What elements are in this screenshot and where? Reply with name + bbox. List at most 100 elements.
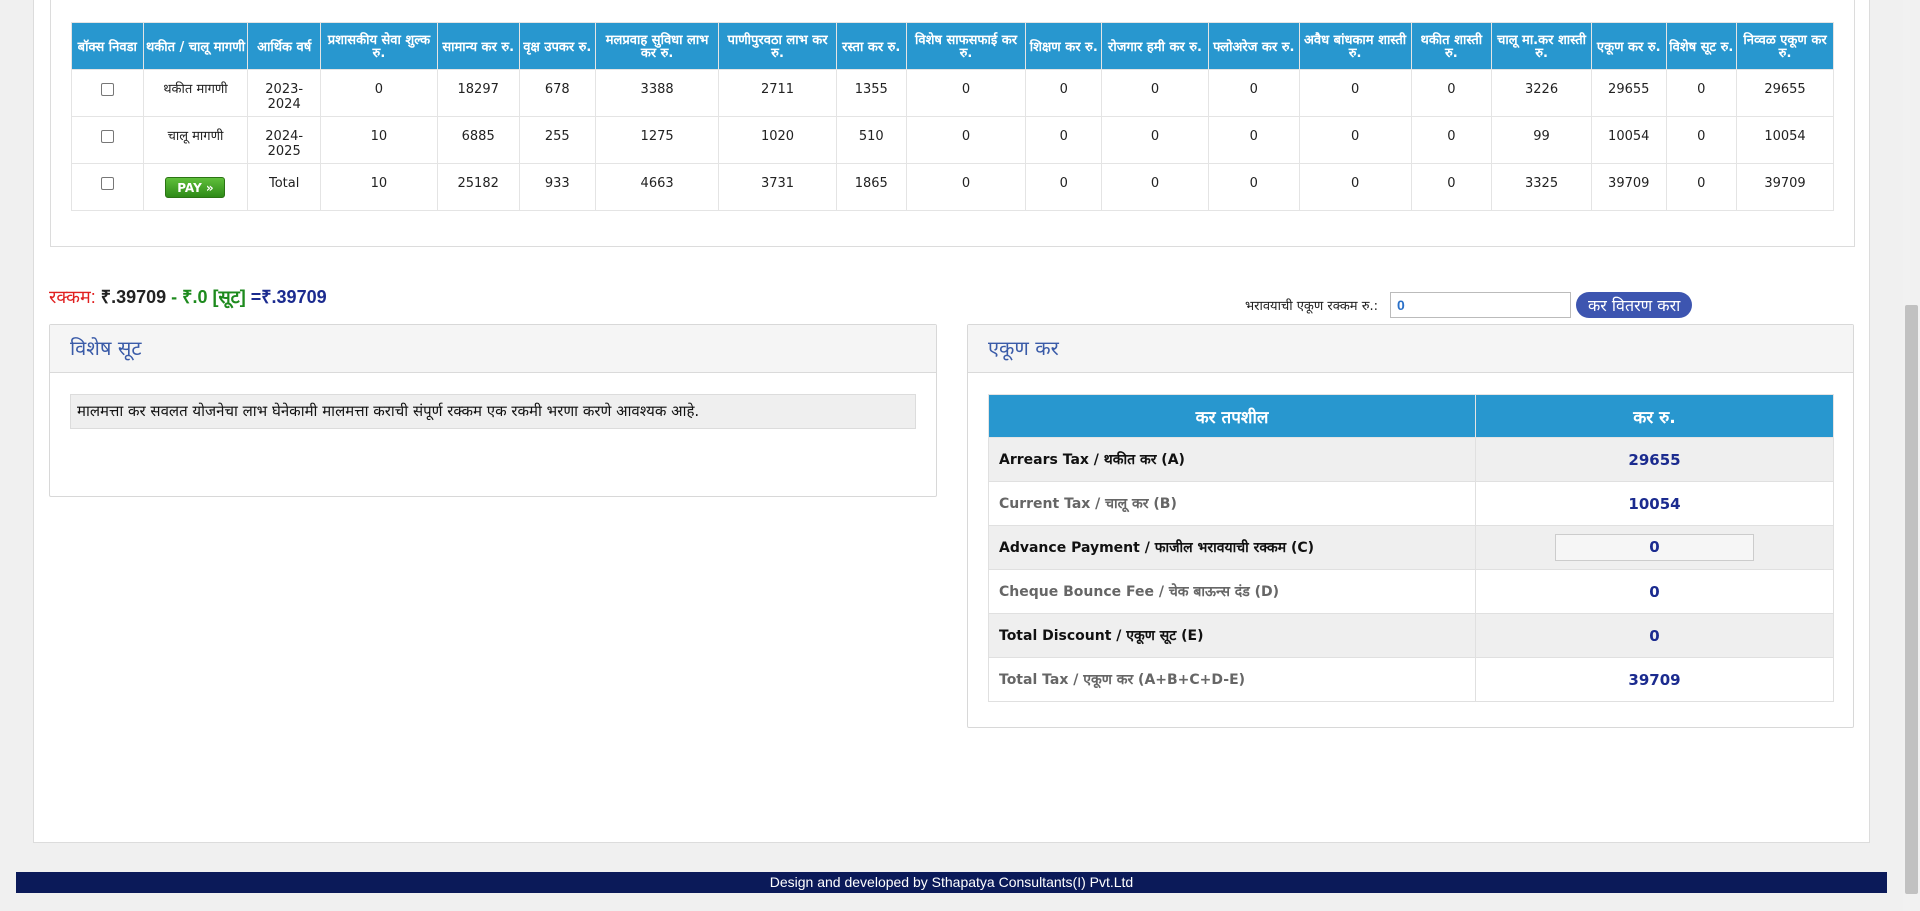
summary-value: 29655 — [1475, 437, 1834, 482]
col-header-demand-type: थकीत / चालू मागणी — [142, 22, 249, 70]
col-header-arrears-penalty: थकीत शास्ती रु. — [1410, 22, 1493, 70]
table-cell: 0 — [1025, 163, 1103, 211]
page-scrollbar[interactable] — [1903, 0, 1920, 911]
table-cell: 0 — [1101, 69, 1209, 117]
select-cell — [71, 116, 144, 164]
table-cell: 0 — [905, 116, 1027, 164]
table-cell: 0 — [1298, 69, 1412, 117]
tax-summary-table: कर तपशील कर रु. Arrears Tax / थकीत कर (A… — [988, 394, 1834, 702]
table-cell: 3226 — [1491, 69, 1592, 117]
col-header-select: बॉक्स निवडा — [71, 22, 144, 70]
summary-row-current: Current Tax / चालू कर (B) 10054 — [988, 481, 1834, 526]
table-cell: 0 — [1101, 163, 1209, 211]
table-cell: 6885 — [436, 116, 520, 164]
table-row-arrears: थकीत मागणी 2023-2024 0 18297 678 3388 27… — [71, 69, 1834, 117]
table-cell: 0 — [1207, 163, 1300, 211]
summary-label: Total Tax / एकूण कर (A+B+C+D-E) — [988, 657, 1476, 702]
pay-cell: PAY » — [142, 163, 249, 211]
summary-label: Current Tax / चालू कर (B) — [988, 481, 1476, 526]
distribute-tax-button[interactable]: कर वितरण करा — [1576, 292, 1693, 318]
col-header-special-discount: विशेष सूट रु. — [1665, 22, 1738, 70]
table-cell: 39709 — [1590, 163, 1667, 211]
table-cell: 0 — [905, 163, 1027, 211]
total-tax-panel: एकूण कर कर तपशील कर रु. Arrears Tax / थक… — [967, 324, 1854, 728]
table-cell: 10054 — [1736, 116, 1834, 164]
col-header-net-total: निव्वळ एकूण कर रु. — [1736, 22, 1834, 70]
amount-total: ₹.39709 — [100, 287, 167, 307]
table-cell: चालू मागणी — [142, 116, 249, 164]
summary-value-cell: 0 — [1475, 525, 1834, 570]
summary-row-advance: Advance Payment / फाजील भरावयाची रक्कम (… — [988, 525, 1834, 570]
summary-label: Arrears Tax / थकीत कर (A) — [988, 437, 1476, 482]
summary-row-cheque-bounce: Cheque Bounce Fee / चेक बाऊन्स दंड (D) 0 — [988, 569, 1834, 614]
advance-payment-field[interactable]: 0 — [1555, 534, 1754, 561]
summary-row-total: Total Tax / एकूण कर (A+B+C+D-E) 39709 — [988, 657, 1834, 702]
table-cell: 0 — [1298, 116, 1412, 164]
pay-button[interactable]: PAY » — [165, 177, 226, 198]
col-header-education-tax: शिक्षण कर रु. — [1025, 22, 1103, 70]
table-cell: 10 — [319, 116, 438, 164]
col-header-sewerage-tax: मलप्रवाह सुविधा लाभ कर रु. — [595, 22, 720, 70]
select-cell — [71, 69, 144, 117]
table-cell: 2023-2024 — [247, 69, 321, 117]
col-header-fiscal-year: आर्थिक वर्ष — [247, 22, 321, 70]
summary-value: 0 — [1475, 569, 1834, 614]
col-header-general-tax: सामान्य कर रु. — [436, 22, 520, 70]
payment-entry: भरावयाची एकूण रक्कम रु.: कर वितरण करा — [1245, 290, 1693, 320]
table-cell: 0 — [1025, 69, 1103, 117]
table-cell: 0 — [1665, 69, 1738, 117]
row-checkbox-arrears[interactable] — [100, 83, 114, 96]
amount-net: =₹.39709 — [250, 287, 327, 307]
table-cell: 0 — [1665, 116, 1738, 164]
col-header-cleaning-tax: विशेष साफसफाई कर रु. — [905, 22, 1027, 70]
amount-label: रक्कम: — [49, 287, 96, 307]
table-header-row: बॉक्स निवडा थकीत / चालू मागणी आर्थिक वर्… — [71, 22, 1834, 70]
tax-demand-panel: बॉक्स निवडा थकीत / चालू मागणी आर्थिक वर्… — [50, 0, 1855, 247]
table-row-current: चालू मागणी 2024-2025 10 6885 255 1275 10… — [71, 116, 1834, 164]
summary-value: 39709 — [1475, 657, 1834, 702]
row-checkbox-total[interactable] — [100, 177, 114, 190]
table-cell: 3731 — [718, 163, 837, 211]
table-cell: 255 — [518, 116, 597, 164]
scrollbar-thumb[interactable] — [1905, 305, 1918, 894]
table-cell: 0 — [1025, 116, 1103, 164]
table-cell: 933 — [518, 163, 597, 211]
table-cell: 99 — [1491, 116, 1592, 164]
table-cell: 0 — [1207, 69, 1300, 117]
table-cell: 0 — [1410, 163, 1493, 211]
col-header-employment-tax: रोजगार हमी कर रु. — [1101, 22, 1209, 70]
summary-label: Total Discount / एकूण सूट (E) — [988, 613, 1476, 658]
table-cell: 2024-2025 — [247, 116, 321, 164]
special-discount-panel: विशेष सूट मालमत्ता कर सवलत योजनेचा लाभ घ… — [49, 324, 937, 497]
col-header-current-penalty: चालू मा.कर शास्ती रु. — [1491, 22, 1592, 70]
table-cell: 18297 — [436, 69, 520, 117]
table-cell: 0 — [1207, 116, 1300, 164]
table-cell: 2711 — [718, 69, 837, 117]
col-header-road-tax: रस्ता कर रु. — [836, 22, 907, 70]
table-cell: 678 — [518, 69, 597, 117]
special-discount-title: विशेष सूट — [50, 325, 936, 373]
table-cell: 39709 — [1736, 163, 1834, 211]
amount-summary: रक्कम: ₹.39709 - ₹.0 [सूट] =₹.39709 — [49, 285, 327, 309]
table-cell: 1020 — [718, 116, 837, 164]
payment-amount-label: भरावयाची एकूण रक्कम रु.: — [1245, 299, 1378, 314]
table-row-total: PAY » Total 10 25182 933 4663 3731 1865 … — [71, 163, 1834, 211]
summary-row-discount: Total Discount / एकूण सूट (E) 0 — [988, 613, 1834, 658]
table-cell: 0 — [905, 69, 1027, 117]
discount-note: मालमत्ता कर सवलत योजनेचा लाभ घेनेकामी मा… — [70, 394, 916, 429]
table-cell: 10 — [319, 163, 438, 211]
summary-label: Cheque Bounce Fee / चेक बाऊन्स दंड (D) — [988, 569, 1476, 614]
table-cell: 0 — [1101, 116, 1209, 164]
table-cell: थकीत मागणी — [142, 69, 249, 117]
col-header-floorage-tax: फ्लोअरेज कर रु. — [1207, 22, 1300, 70]
row-checkbox-current[interactable] — [100, 130, 114, 143]
table-cell: 4663 — [595, 163, 720, 211]
summary-row-arrears: Arrears Tax / थकीत कर (A) 29655 — [988, 437, 1834, 482]
col-header-tax-detail: कर तपशील — [988, 394, 1476, 438]
col-header-total-tax: एकूण कर रु. — [1590, 22, 1667, 70]
col-header-water-tax: पाणीपुरवठा लाभ कर रु. — [718, 22, 837, 70]
table-cell: 3325 — [1491, 163, 1592, 211]
select-cell — [71, 163, 144, 211]
payment-amount-input[interactable] — [1390, 292, 1571, 318]
col-header-illegal-construction-penalty: अवैध बांधकाम शास्ती रु. — [1298, 22, 1412, 70]
